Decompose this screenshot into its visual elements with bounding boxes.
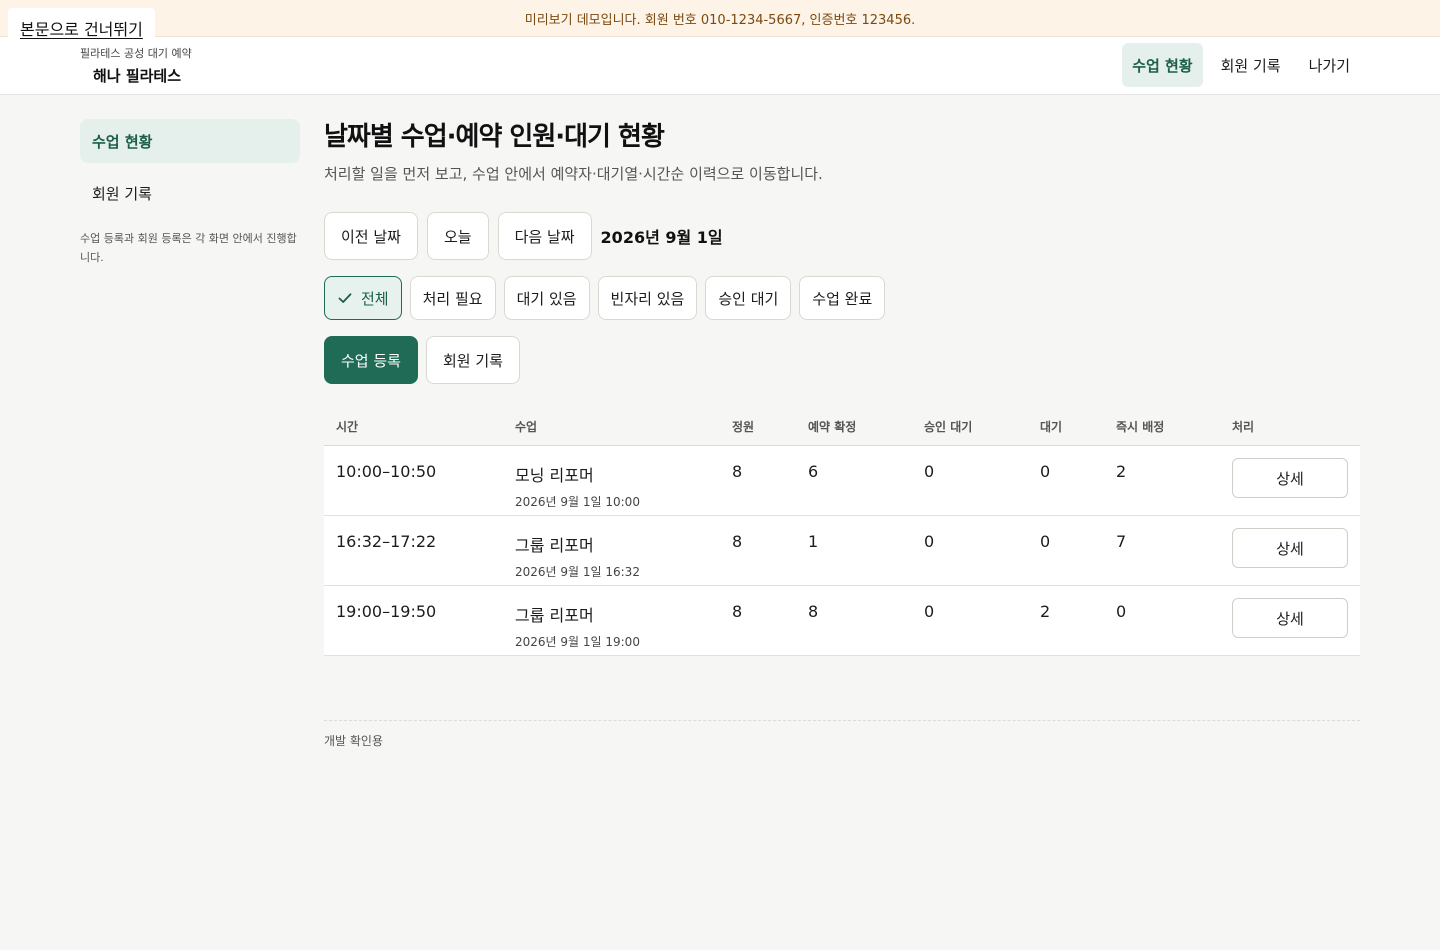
- filter-chips: 전체 처리 필요 대기 있음 빈자리 있음 승인 대기 수업 완료: [324, 276, 1360, 320]
- col-header-waiting: 대기: [1040, 420, 1063, 434]
- row-approval: 0: [924, 602, 935, 621]
- page-description: 처리할 일을 먼저 보고, 수업 안에서 예약자·대기열·시간순 이력으로 이동…: [324, 165, 823, 183]
- col-header-approval: 승인 대기: [924, 420, 973, 434]
- filter-pending-approval-chip[interactable]: 승인 대기: [705, 276, 792, 320]
- dev-note: 개발 확인용: [324, 720, 1360, 749]
- sidebar: 수업 현황 회원 기록 수업 등록과 회원 등록은 각 화면 안에서 진행합니다…: [80, 119, 300, 267]
- row-instant: 7: [1116, 532, 1127, 551]
- row-action: 상세: [1220, 516, 1360, 585]
- action-buttons: 수업 등록 회원 기록: [324, 336, 1360, 384]
- detail-button[interactable]: 상세: [1232, 458, 1348, 498]
- topnav-logout[interactable]: 나가기: [1299, 43, 1360, 87]
- row-time: 16:32–17:22: [336, 532, 437, 551]
- row-class-name: 그룹 리포머: [515, 536, 594, 555]
- topnav-member-records[interactable]: 회원 기록: [1211, 43, 1291, 87]
- col-header-action: 처리: [1232, 420, 1255, 434]
- row-class-name: 모닝 리포머: [515, 466, 594, 485]
- col-header-class: 수업: [515, 420, 538, 434]
- row-capacity: 8: [732, 532, 743, 551]
- col-header-capacity: 정원: [732, 420, 755, 434]
- demo-notice-banner: 미리보기 데모입니다. 회원 번호 010-1234-5667, 인증번호 12…: [0, 0, 1440, 37]
- col-header-time: 시간: [336, 420, 359, 434]
- row-class-datetime: 2026년 9월 1일 10:00: [515, 495, 640, 509]
- row-instant: 0: [1116, 602, 1127, 621]
- sidebar-item-member-records[interactable]: 회원 기록: [80, 171, 300, 215]
- filter-completed-chip[interactable]: 수업 완료: [799, 276, 886, 320]
- row-approval: 0: [924, 532, 935, 551]
- detail-button[interactable]: 상세: [1232, 598, 1348, 638]
- row-class-name: 그룹 리포머: [515, 606, 594, 625]
- detail-button[interactable]: 상세: [1232, 528, 1348, 568]
- row-class: 그룹 리포머 2026년 9월 1일 16:32: [503, 516, 720, 585]
- col-header-instant: 즉시 배정: [1116, 420, 1165, 434]
- filter-all-label: 전체: [361, 289, 389, 308]
- top-header: 필라테스 공성 대기 예약 해나 필라테스 수업 현황 회원 기록 나가기: [0, 37, 1440, 95]
- sidebar-note: 수업 등록과 회원 등록은 각 화면 안에서 진행합니다.: [80, 232, 297, 264]
- table-row: 16:32–17:22 그룹 리포머 2026년 9월 1일 16:32 8 1…: [324, 516, 1360, 586]
- top-navigation: 수업 현황 회원 기록 나가기: [1122, 43, 1360, 87]
- current-date-label: 2026년 9월 1일: [600, 228, 723, 247]
- row-instant: 2: [1116, 462, 1127, 481]
- row-time: 19:00–19:50: [336, 602, 437, 621]
- row-action: 상세: [1220, 586, 1360, 655]
- filter-all-chip[interactable]: 전체: [324, 276, 402, 320]
- row-class: 모닝 리포머 2026년 9월 1일 10:00: [503, 446, 720, 515]
- brand-subtitle: 필라테스 공성 대기 예약: [80, 47, 192, 60]
- row-confirmed: 6: [808, 462, 819, 481]
- row-class-datetime: 2026년 9월 1일 16:32: [515, 565, 640, 579]
- filter-has-waiting-chip[interactable]: 대기 있음: [503, 276, 590, 320]
- filter-has-vacancy-chip[interactable]: 빈자리 있음: [597, 276, 698, 320]
- row-action: 상세: [1220, 446, 1360, 515]
- next-date-button[interactable]: 다음 날짜: [497, 212, 592, 260]
- row-confirmed: 1: [808, 532, 819, 551]
- row-capacity: 8: [732, 602, 743, 621]
- row-confirmed: 8: [808, 602, 819, 621]
- sidebar-item-class-status[interactable]: 수업 현황: [80, 119, 300, 163]
- row-capacity: 8: [732, 462, 743, 481]
- prev-date-button[interactable]: 이전 날짜: [324, 212, 418, 260]
- brand-name[interactable]: 해나 필라테스: [93, 65, 181, 86]
- row-time: 10:00–10:50: [336, 462, 437, 481]
- skip-to-content-link[interactable]: 본문으로 건너뛰기: [8, 8, 155, 45]
- filter-needs-action-chip[interactable]: 처리 필요: [409, 276, 496, 320]
- date-navigation: 이전 날짜 오늘 다음 날짜 2026년 9월 1일: [324, 212, 1360, 260]
- table-row: 19:00–19:50 그룹 리포머 2026년 9월 1일 19:00 8 8…: [324, 586, 1360, 656]
- demo-notice-text: 미리보기 데모입니다. 회원 번호 010-1234-5667, 인증번호 12…: [524, 12, 916, 28]
- row-class-datetime: 2026년 9월 1일 19:00: [515, 635, 640, 649]
- register-class-button[interactable]: 수업 등록: [324, 336, 418, 384]
- row-waiting: 0: [1040, 532, 1051, 551]
- topnav-class-status[interactable]: 수업 현황: [1122, 43, 1203, 87]
- row-waiting: 0: [1040, 462, 1051, 481]
- row-class: 그룹 리포머 2026년 9월 1일 19:00: [503, 586, 720, 655]
- main-content: 날짜별 수업·예약 인원·대기 현황 처리할 일을 먼저 보고, 수업 안에서 …: [324, 119, 1360, 656]
- check-icon: [338, 293, 352, 303]
- today-button[interactable]: 오늘: [426, 212, 489, 260]
- table-header: 시간 수업 정원 예약 확정 승인 대기 대기 즉시 배정 처리: [324, 408, 1360, 446]
- col-header-confirmed: 예약 확정: [808, 420, 857, 434]
- row-waiting: 2: [1040, 602, 1051, 621]
- table-row: 10:00–10:50 모닝 리포머 2026년 9월 1일 10:00 8 6…: [324, 446, 1360, 516]
- row-approval: 0: [924, 462, 935, 481]
- member-records-button[interactable]: 회원 기록: [425, 336, 520, 384]
- page-title: 날짜별 수업·예약 인원·대기 현황: [324, 122, 665, 152]
- class-table: 시간 수업 정원 예약 확정 승인 대기 대기 즉시 배정 처리 10:00–1…: [324, 408, 1360, 656]
